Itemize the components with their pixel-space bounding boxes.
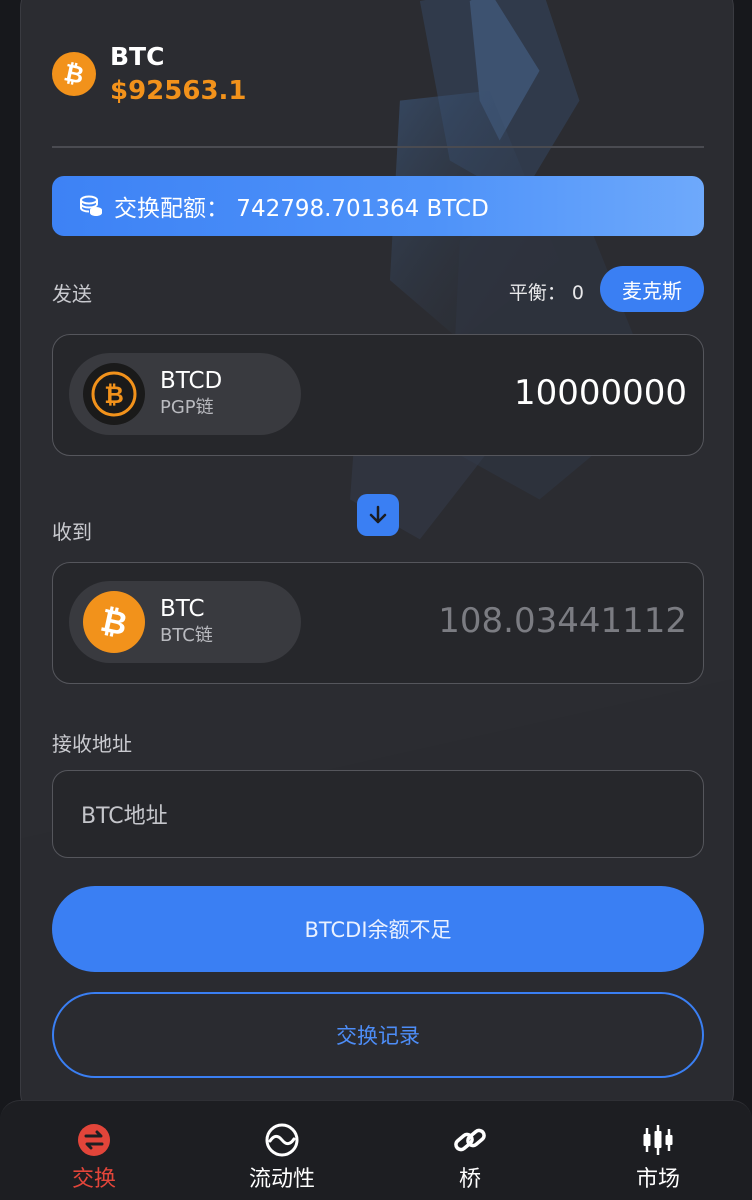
- bottom-tab-bar: 交换 流动性 桥 市场: [0, 1100, 752, 1200]
- tab-swap-label: 交换: [71, 1167, 116, 1192]
- svg-text:₿: ₿: [62, 59, 87, 89]
- swap-page: ₿ BTC $92563.1 交换配额： 742798.701364 BTCD …: [0, 0, 752, 1200]
- swap-direction-button[interactable]: [357, 494, 399, 536]
- header-divider: [52, 146, 704, 148]
- receive-amount: 108.03441112: [438, 601, 687, 641]
- bitcoin-icon: ₿: [52, 52, 96, 96]
- send-token-selector[interactable]: ₿ BTCD PGP链: [69, 353, 301, 435]
- address-placeholder: BTC地址: [81, 804, 168, 829]
- token-header: ₿ BTC $92563.1: [52, 42, 247, 106]
- insufficient-balance-button[interactable]: BTCDI余额不足: [52, 886, 704, 972]
- svg-text:₿: ₿: [104, 381, 124, 409]
- swap-icon: [78, 1124, 110, 1156]
- send-token-symbol: BTCD: [160, 368, 223, 394]
- tab-market[interactable]: 市场: [564, 1101, 752, 1200]
- token-symbol: BTC: [110, 42, 165, 71]
- bitcoin-icon: ₿: [83, 591, 145, 653]
- link-icon: [454, 1128, 486, 1152]
- svg-text:₿: ₿: [97, 601, 130, 644]
- address-input[interactable]: BTC地址: [52, 770, 704, 858]
- liquidity-icon: [265, 1123, 299, 1157]
- receive-box: ₿ BTC BTC链 108.03441112: [52, 562, 704, 684]
- max-button[interactable]: 麦克斯: [600, 266, 704, 312]
- send-box: ₿ BTCD PGP链 10000000: [52, 334, 704, 456]
- btcd-icon: ₿: [83, 363, 145, 425]
- swap-quota-text: 交换配额： 742798.701364 BTCD: [114, 196, 489, 222]
- tab-liquidity[interactable]: 流动性: [188, 1101, 376, 1200]
- send-token-chain: PGP链: [160, 397, 214, 418]
- candlestick-icon: [643, 1125, 673, 1155]
- receive-label: 收到: [52, 520, 92, 544]
- send-label: 发送: [52, 282, 92, 306]
- tab-bridge[interactable]: 桥: [376, 1101, 564, 1200]
- receive-token-symbol: BTC: [160, 596, 205, 622]
- receive-token-chain: BTC链: [160, 625, 213, 646]
- balance-text: 平衡： 0: [508, 282, 584, 304]
- tab-bridge-label: 桥: [458, 1167, 481, 1192]
- tab-swap[interactable]: 交换: [0, 1101, 188, 1200]
- receive-token-selector[interactable]: ₿ BTC BTC链: [69, 581, 301, 663]
- token-price: $92563.1: [110, 76, 247, 106]
- tab-market-label: 市场: [635, 1167, 680, 1192]
- address-label: 接收地址: [52, 732, 132, 756]
- arrow-down-icon: [369, 505, 387, 524]
- swap-history-button[interactable]: 交换记录: [52, 992, 704, 1078]
- tab-liquidity-label: 流动性: [248, 1167, 315, 1192]
- send-amount-input[interactable]: 10000000: [514, 373, 687, 413]
- coins-stack-icon: [80, 195, 102, 216]
- swap-quota-banner: 交换配额： 742798.701364 BTCD: [52, 176, 704, 236]
